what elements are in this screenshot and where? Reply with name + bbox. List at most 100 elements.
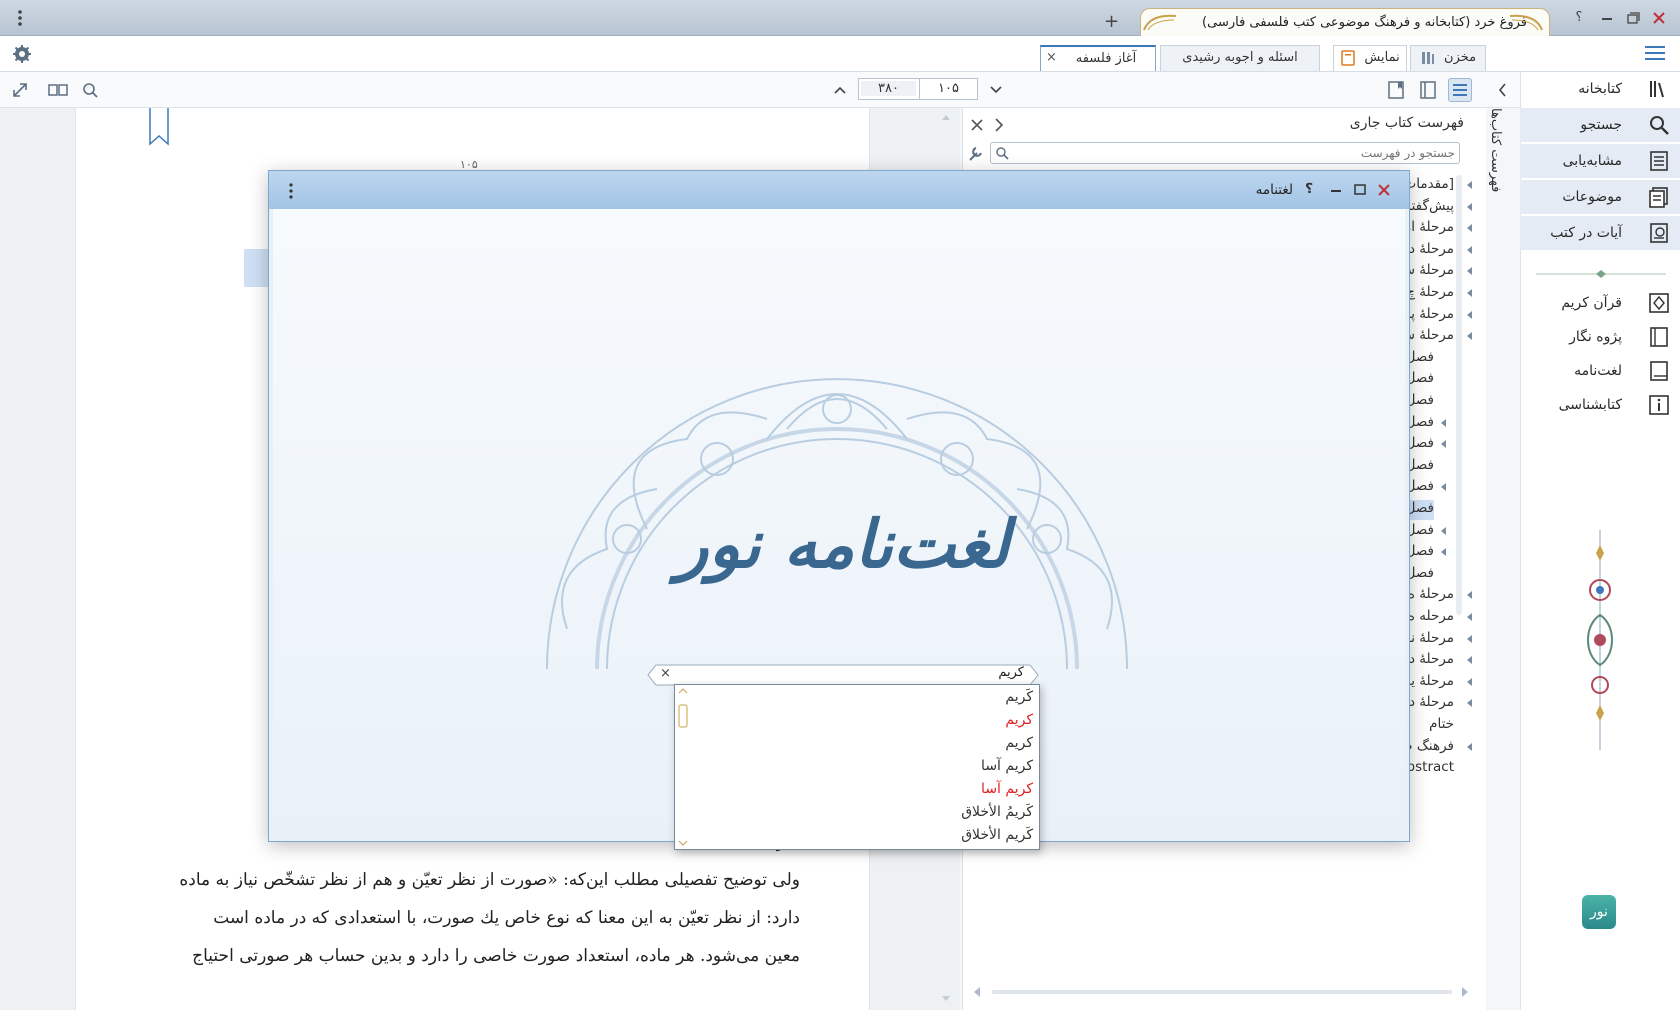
dialog-help-button[interactable]: ؟ (1305, 181, 1319, 197)
toc-close-icon[interactable] (968, 116, 986, 134)
sidebar-item-label: آیات در کتب (1550, 225, 1622, 241)
noor-logo: نور (1582, 895, 1616, 929)
restore-button[interactable] (1622, 8, 1644, 28)
dictionary-search-clear[interactable]: × (660, 666, 671, 681)
toc-expand-icon[interactable] (1440, 482, 1448, 492)
toc-expand-icon[interactable] (1466, 202, 1474, 212)
tab-close-icon[interactable]: × (1046, 50, 1057, 65)
sidebar-item-dictionary[interactable]: لغت‌نامه (1520, 354, 1680, 388)
dialog-title: لغتنامه (1255, 182, 1293, 198)
sidebar-item-notebook[interactable]: پژوه نگار (1520, 320, 1680, 354)
sidebar-collapse-icon[interactable] (1494, 80, 1512, 100)
toc-expand-icon[interactable] (1466, 698, 1474, 708)
sidebar-item-verses[interactable]: آیات در کتب (1520, 216, 1680, 250)
sidebar-decorative-ornament (1578, 530, 1622, 750)
sidebar-item-label: موضوعات (1562, 189, 1622, 205)
suggestion-list: کَریم کریم کریم کریم آسا کریم آسا کَریمُ الأخ… (674, 684, 1040, 850)
notebook-icon (1648, 326, 1670, 348)
display-icon (1340, 49, 1356, 66)
toc-expand-icon[interactable] (1440, 526, 1448, 536)
compare-icon[interactable] (46, 78, 70, 102)
dialog-menu-icon[interactable] (287, 183, 295, 199)
suggestion-scrollbar[interactable] (675, 685, 691, 849)
toc-expand-icon[interactable] (1466, 634, 1474, 644)
toc-expand-icon[interactable] (1466, 245, 1474, 255)
dialog-header: ؟ لغتنامه (269, 171, 1409, 209)
fullscreen-icon[interactable] (8, 78, 32, 102)
toc-expand-icon[interactable] (1466, 180, 1474, 190)
suggestion-item[interactable]: کَریم الأخلاق (961, 827, 1033, 843)
suggestion-item[interactable]: کَریمُ الأخلاق (961, 804, 1033, 820)
page-text-line: دارد: از نظر تعیّن به این معنا که نوع خا… (213, 908, 800, 928)
toc-expand-icon[interactable] (1440, 439, 1448, 449)
dialog-maximize-button[interactable] (1351, 181, 1369, 199)
suggestion-item[interactable]: کریم آسا (981, 781, 1033, 797)
sidebar-item-label: کتابشناسی (1558, 397, 1622, 413)
toc-expand-icon[interactable] (1440, 547, 1448, 557)
settings-gear-icon[interactable] (12, 44, 32, 64)
book-view-icon[interactable] (1416, 78, 1440, 102)
toc-expand-icon[interactable] (1466, 590, 1474, 600)
sidebar-item-search[interactable]: جستجو (1520, 108, 1680, 142)
toc-expand-icon[interactable] (1466, 331, 1474, 341)
toc-expand-icon[interactable] (1466, 612, 1474, 622)
suggestion-item[interactable]: کریم (1005, 712, 1033, 728)
sidebar-item-quran[interactable]: قرآن کریم (1520, 286, 1680, 320)
toc-expand-icon[interactable] (1466, 742, 1474, 752)
current-page-field[interactable]: ۱۰۵ (921, 81, 976, 96)
tab-repository[interactable]: مخزن (1410, 45, 1486, 71)
sidebar-item-similar[interactable]: مشابه‌یابی (1520, 144, 1680, 178)
toc-expand-icon[interactable] (1466, 223, 1474, 233)
toc-expand-icon[interactable] (1440, 418, 1448, 428)
find-icon[interactable] (78, 78, 102, 102)
toc-expand-icon[interactable] (1466, 266, 1474, 276)
tab-display[interactable]: نمایش (1333, 45, 1407, 71)
dialog-close-button[interactable] (1375, 181, 1393, 199)
dialog-minimize-button[interactable] (1327, 181, 1345, 199)
toc-horizontal-scrollbar[interactable] (966, 984, 1476, 1000)
dictionary-search-input[interactable]: کریم (700, 665, 1024, 680)
sidebar-item-label: قرآن کریم (1561, 295, 1622, 311)
bookmark-view-icon[interactable] (1384, 78, 1408, 102)
toc-expand-icon[interactable] (1466, 288, 1474, 298)
hamburger-menu-icon[interactable] (1644, 44, 1666, 62)
toc-vertical-tab[interactable]: فهرست کتاب‌ها (1488, 108, 1514, 198)
toc-expand-icon[interactable] (1466, 655, 1474, 665)
close-button[interactable] (1648, 8, 1670, 28)
toc-expand-icon[interactable] (1466, 677, 1474, 687)
document-tab[interactable]: فروغ خرد (کتابخانه و فرهنگ موضوعی کتب فل… (1140, 8, 1550, 36)
new-tab-button[interactable]: + (1104, 12, 1120, 32)
sidebar-divider-ornament (1536, 268, 1666, 280)
suggestion-item[interactable]: کریم آسا (981, 758, 1033, 774)
page-up-button[interactable] (830, 80, 850, 100)
sidebar-item-library[interactable]: کتابخانه (1520, 72, 1680, 106)
toc-search-input[interactable] (1015, 144, 1455, 162)
dictionary-icon (1648, 360, 1670, 382)
tab-aghaz-falsafe[interactable]: آغاز فلسفه (1040, 45, 1156, 71)
text-highlight (244, 249, 268, 287)
page-text-line: معین می‌شود. هر ماده، استعداد صورت خاصی … (192, 946, 800, 966)
page-text-line: ولی توضیح تفصیلی مطلب این‌که: «صورت از ن… (179, 870, 800, 890)
bookmark-icon[interactable] (148, 108, 170, 148)
topics-icon (1648, 186, 1670, 208)
toc-back-icon[interactable] (990, 116, 1006, 134)
toc-title: فهرست کتاب جاری (1349, 115, 1464, 131)
page-navigator[interactable]: ۱۰۵ ۳۸۰ (858, 78, 978, 100)
suggestion-item[interactable]: کَریم (1005, 689, 1033, 705)
toc-toggle-icon[interactable] (1448, 78, 1472, 102)
app-menu-icon[interactable] (15, 8, 25, 28)
help-button[interactable]: ؟ (1568, 8, 1590, 28)
sidebar-item-info[interactable]: کتابشناسی (1520, 388, 1680, 422)
suggestion-item[interactable]: کریم (1005, 735, 1033, 751)
tab-rashidi[interactable]: اسئله و اجوبه رشیدی (1160, 45, 1320, 71)
toc-expand-icon[interactable] (1466, 310, 1474, 320)
toc-vertical-scrollbar[interactable] (1456, 175, 1462, 615)
toc-search-box[interactable] (990, 142, 1460, 164)
dictionary-logo: لغت‌نامه نور (676, 505, 1010, 583)
page-down-button[interactable] (986, 80, 1006, 100)
sidebar-item-label: مشابه‌یابی (1562, 153, 1622, 169)
minimize-button[interactable] (1596, 8, 1618, 28)
toc-tools-icon[interactable] (966, 144, 986, 164)
library-icon (1648, 78, 1670, 100)
sidebar-item-topics[interactable]: موضوعات (1520, 180, 1680, 214)
